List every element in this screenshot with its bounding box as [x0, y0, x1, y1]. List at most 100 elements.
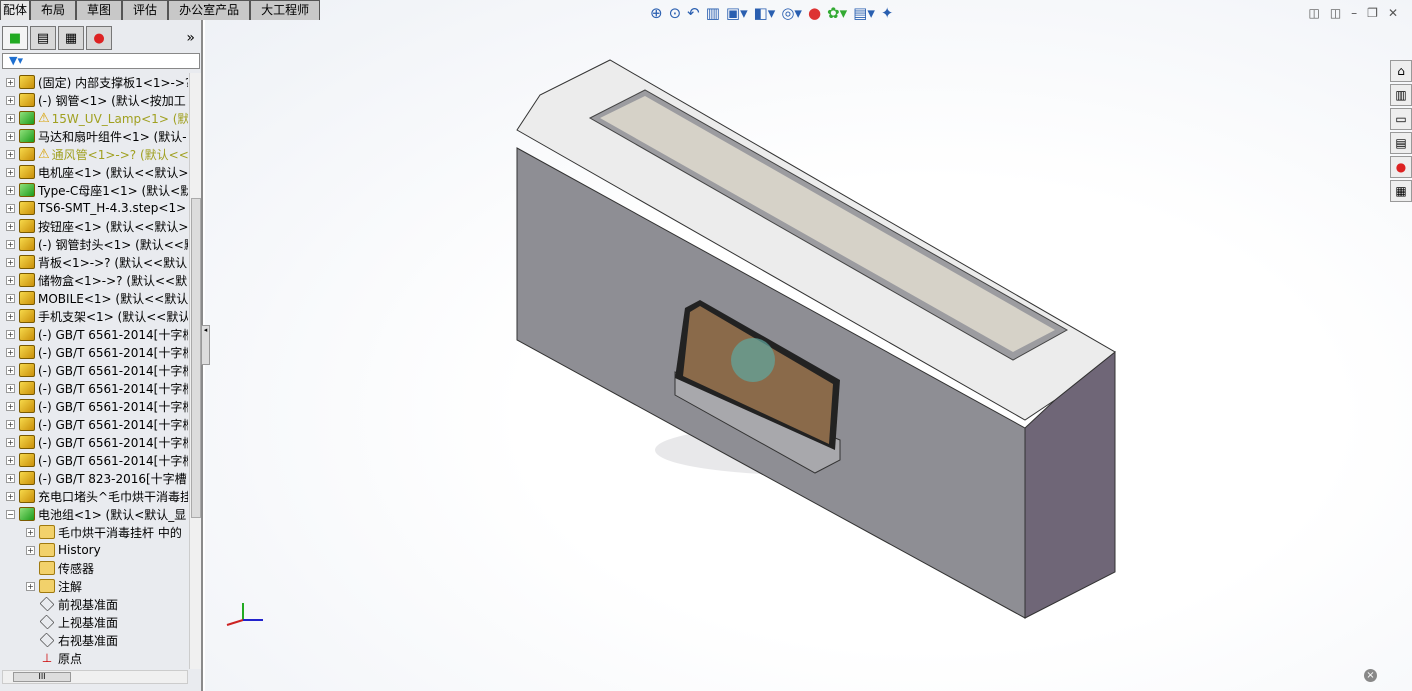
tree-item[interactable]: + (-) GB/T 6561-2014[十字槽 [0, 397, 188, 415]
tab-engineer[interactable]: 大工程师 [250, 0, 321, 20]
tree-item[interactable]: + (-) GB/T 6561-2014[十字槽 [0, 379, 188, 397]
tree-item[interactable]: + (-) GB/T 6561-2014[十字槽 [0, 415, 188, 433]
tab-office-products[interactable]: 办公室产品 [168, 0, 251, 20]
tree-horizontal-scrollbar[interactable]: III [2, 670, 188, 684]
tab-layout[interactable]: 布局 [30, 0, 77, 20]
tree-item[interactable]: + (-) GB/T 823-2016[十字槽 [0, 469, 188, 487]
tree-item[interactable]: 传感器 [0, 559, 188, 577]
expand-toggle[interactable]: + [26, 527, 35, 537]
appearance-icon[interactable]: ● [808, 4, 821, 22]
expand-toggle[interactable]: + [6, 113, 15, 123]
hide-show-icon[interactable]: ◎▾ [781, 4, 802, 22]
tree-item[interactable]: + TS6-SMT_H-4.3.step<1> [0, 199, 188, 217]
scroll-thumb[interactable]: III [13, 672, 71, 682]
expand-toggle[interactable]: + [6, 365, 15, 375]
expand-chevron-icon[interactable]: » [186, 30, 195, 46]
tab-evaluate[interactable]: 评估 [122, 0, 169, 20]
tree-item[interactable]: + (-) GB/T 6561-2014[十字槽 [0, 343, 188, 361]
tile-right-icon[interactable]: ◫ [1330, 6, 1341, 20]
expand-toggle[interactable]: + [6, 491, 15, 501]
expand-toggle[interactable]: + [6, 311, 15, 321]
expand-toggle[interactable]: + [6, 347, 15, 357]
appearances-icon[interactable]: ● [1390, 156, 1412, 178]
file-explorer-icon[interactable]: ▭ [1390, 108, 1412, 130]
tree-item[interactable]: 前视基准面 [0, 595, 188, 613]
tree-item[interactable]: + 按钮座<1> (默认<<默认> [0, 217, 188, 235]
tree-item[interactable]: + 电机座<1> (默认<<默认> [0, 163, 188, 181]
zoom-to-fit-icon[interactable]: ⊕ [650, 4, 663, 22]
expand-toggle[interactable]: + [6, 293, 15, 303]
tree-item[interactable]: + 注解 [0, 577, 188, 595]
tree-item[interactable]: + (-) 钢管<1> (默认<按加工 [0, 91, 188, 109]
expand-toggle[interactable]: + [6, 185, 15, 195]
expand-toggle[interactable]: + [6, 221, 15, 231]
view-orientation-icon[interactable]: ▣▾ [726, 4, 748, 22]
expand-toggle[interactable]: + [6, 167, 15, 177]
expand-toggle[interactable]: + [6, 401, 15, 411]
zoom-to-area-icon[interactable]: ⊙ [669, 4, 682, 22]
tree-item[interactable]: + (-) GB/T 6561-2014[十字槽 [0, 325, 188, 343]
expand-toggle[interactable]: + [6, 257, 15, 267]
realview-icon[interactable]: ✦ [881, 4, 894, 22]
expand-toggle[interactable]: + [6, 455, 15, 465]
graphics-area[interactable]: ⊕ ⊙ ↶ ▥ ▣▾ ◧▾ ◎▾ ● ✿▾ ▤▾ ✦ ◫ ◫ – ❐ ✕ ⌂ ▥… [205, 0, 1412, 691]
tree-item[interactable]: 右视基准面 [0, 631, 188, 649]
expand-toggle[interactable]: + [6, 383, 15, 393]
expand-toggle[interactable]: + [6, 149, 15, 159]
tree-item[interactable]: + Type-C母座1<1> (默认<默 [0, 181, 188, 199]
expand-toggle[interactable]: + [6, 437, 15, 447]
tree-item[interactable]: − 电池组<1> (默认<默认_显 [0, 505, 188, 523]
expand-toggle[interactable]: + [6, 203, 15, 213]
expand-toggle[interactable]: + [6, 329, 15, 339]
close-popup-icon[interactable]: × [1364, 669, 1377, 682]
expand-toggle[interactable]: + [6, 95, 15, 105]
display-style-icon[interactable]: ◧▾ [754, 4, 776, 22]
section-view-icon[interactable]: ▥ [706, 4, 720, 22]
tree-item[interactable]: ⊥ 原点 [0, 649, 188, 667]
view-settings-icon[interactable]: ▤▾ [853, 4, 875, 22]
expand-toggle[interactable]: + [6, 131, 15, 141]
tree-item[interactable]: + (-) GB/T 6561-2014[十字槽 [0, 451, 188, 469]
tree-vertical-scrollbar[interactable] [189, 73, 201, 669]
expand-toggle[interactable]: + [6, 239, 15, 249]
expand-toggle[interactable]: + [6, 473, 15, 483]
custom-properties-icon[interactable]: ▦ [1390, 180, 1412, 202]
tree-item[interactable]: + (-) 钢管封头<1> (默认<<默 [0, 235, 188, 253]
tree-item[interactable]: + (固定) 内部支撑板1<1>->? [0, 73, 188, 91]
tree-item[interactable]: 上视基准面 [0, 613, 188, 631]
expand-toggle[interactable]: + [6, 77, 15, 87]
tab-sketch[interactable]: 草图 [76, 0, 123, 20]
tree-item[interactable]: + (-) GB/T 6561-2014[十字槽 [0, 433, 188, 451]
scene-icon[interactable]: ✿▾ [827, 4, 847, 22]
scroll-thumb[interactable] [191, 198, 201, 518]
view-palette-icon[interactable]: ▤ [1390, 132, 1412, 154]
tree-item[interactable]: + 充电口堵头^毛巾烘干消毒挂 [0, 487, 188, 505]
tree-item[interactable]: + 毛巾烘干消毒挂杆 中的 [0, 523, 188, 541]
tile-left-icon[interactable]: ◫ [1308, 6, 1319, 20]
expand-toggle[interactable]: − [6, 509, 15, 519]
minimize-icon[interactable]: – [1351, 6, 1357, 20]
restore-icon[interactable]: ❐ [1367, 6, 1378, 20]
tree-item[interactable]: + 手机支架<1> (默认<<默认 [0, 307, 188, 325]
previous-view-icon[interactable]: ↶ [687, 4, 700, 22]
tree-item[interactable]: + MOBILE<1> (默认<<默认 [0, 289, 188, 307]
tab-assembly[interactable]: 配体 [0, 0, 31, 20]
tree-item[interactable]: + 储物盒<1>->? (默认<<默 [0, 271, 188, 289]
home-icon[interactable]: ⌂ [1390, 60, 1412, 82]
expand-toggle[interactable]: + [26, 581, 35, 591]
expand-toggle[interactable]: + [6, 275, 15, 285]
tree-item[interactable]: + 背板<1>->? (默认<<默认 [0, 253, 188, 271]
tree-item[interactable]: + History [0, 541, 188, 559]
configuration-manager-tab[interactable]: ▦ [58, 26, 84, 50]
expand-toggle[interactable]: + [26, 545, 35, 555]
tree-filter[interactable]: ▼▾ [2, 53, 200, 69]
property-manager-tab[interactable]: ▤ [30, 26, 56, 50]
tree-item[interactable]: + 马达和扇叶组件<1> (默认- [0, 127, 188, 145]
design-library-icon[interactable]: ▥ [1390, 84, 1412, 106]
expand-toggle[interactable]: + [6, 419, 15, 429]
close-icon[interactable]: ✕ [1388, 6, 1398, 20]
tree-item[interactable]: + ⚠ 15W_UV_Lamp<1> (默 [0, 109, 188, 127]
tree-item[interactable]: + (-) GB/T 6561-2014[十字槽 [0, 361, 188, 379]
feature-tree-tab[interactable]: ■ [2, 26, 28, 50]
tree-item[interactable]: + ⚠ 通风管<1>->? (默认<< [0, 145, 188, 163]
